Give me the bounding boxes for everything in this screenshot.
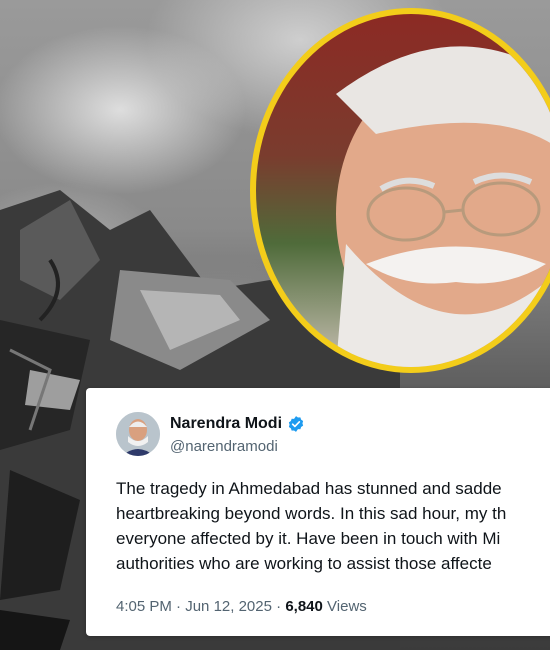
author-name[interactable]: Narendra Modi [170,415,282,433]
tweet-meta: 4:05 PM · Jun 12, 2025 · 6,840 Views [116,598,367,615]
tweet-card[interactable]: Narendra Modi @narendramodi The tragedy … [86,388,550,636]
author-avatar[interactable] [116,412,160,456]
tweet-text: The tragedy in Ahmedabad has stunned and… [116,476,550,576]
tweet-text-line: everyone affected by it. Have been in to… [116,529,501,548]
tweet-text-line: The tragedy in Ahmedabad has stunned and… [116,479,502,498]
meta-separator: · [276,598,282,615]
author-handle[interactable]: @narendramodi [170,438,278,455]
views-label: Views [327,598,367,615]
tweet-time[interactable]: 4:05 PM [116,598,172,615]
tweet-text-line: authorities who are working to assist th… [116,554,492,573]
tweet-date[interactable]: Jun 12, 2025 [185,598,272,615]
portrait-face [336,46,550,367]
verified-badge-icon [288,416,304,432]
meta-separator: · [176,598,182,615]
tweet-text-line: heartbreaking beyond words. In this sad … [116,504,507,523]
views-count: 6,840 [285,598,323,615]
